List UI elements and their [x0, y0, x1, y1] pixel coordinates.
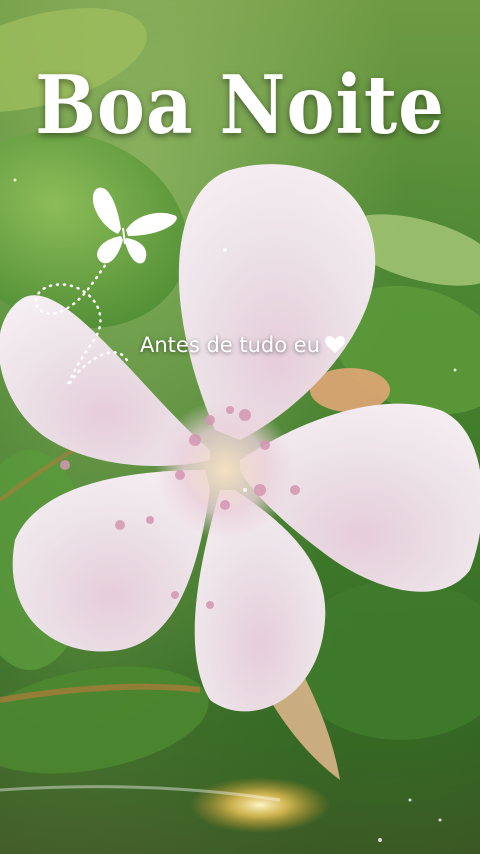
- subtitle-line: Antes de tudo eu: [140, 333, 346, 357]
- photo-scene: Boa Noite Antes de tudo eu: [0, 0, 480, 854]
- sun-flare: [190, 777, 330, 833]
- heart-icon: [325, 336, 345, 353]
- subtitle-text: Antes de tudo eu: [140, 333, 320, 357]
- leaf: [0, 666, 209, 774]
- page-title: Boa Noite: [35, 56, 445, 153]
- flower-center: [155, 400, 295, 540]
- butterfly-trail: [34, 258, 131, 387]
